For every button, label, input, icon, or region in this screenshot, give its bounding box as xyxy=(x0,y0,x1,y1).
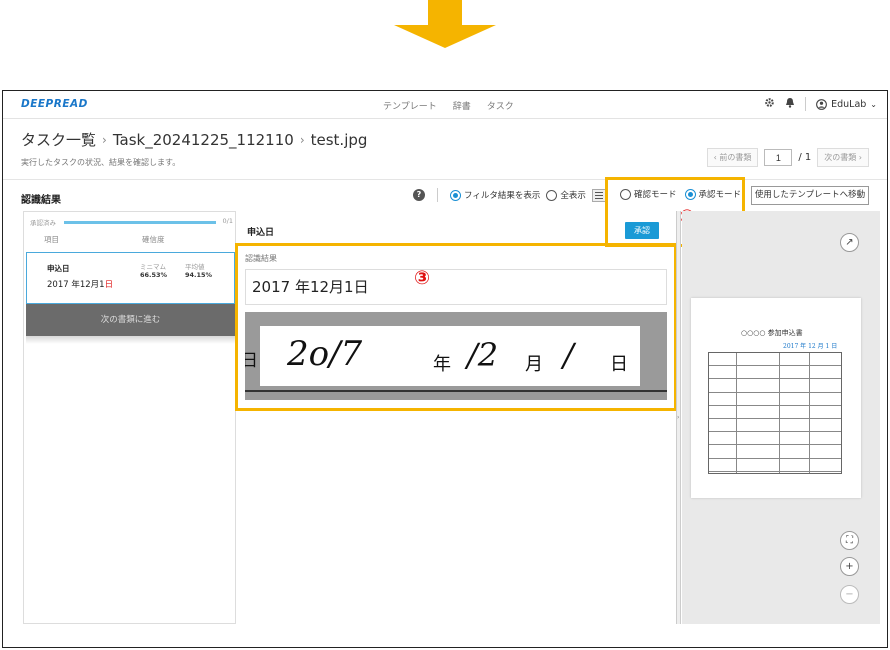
prev-document-button[interactable]: ‹ 前の書類 xyxy=(706,148,759,167)
header-separator xyxy=(3,179,887,180)
approval-progress: 承認済み 0/1 xyxy=(28,216,233,228)
filter-toolbar: ? フィルタ結果を表示 全表示 xyxy=(413,188,606,202)
document-pager: ‹ 前の書類 / 1 次の書類 › xyxy=(706,148,869,167)
chevron-right-icon: › xyxy=(102,132,107,147)
fit-screen-icon[interactable]: ⛶ xyxy=(840,531,859,550)
hand-month: /2 xyxy=(467,336,499,374)
page-header: タスク一覧 › Task_20241225_112110 › test.jpg … xyxy=(21,129,367,168)
breadcrumb-task[interactable]: Task_20241225_112110 xyxy=(113,131,294,149)
app-window: DEEPREAD テンプレート 辞書 タスク EduLab ⌄ タスク一覧 › … xyxy=(2,90,888,648)
hand-tsuki: 月 xyxy=(525,354,543,375)
crop-baseline xyxy=(245,390,667,392)
document-thumbnail[interactable]: ○○○○ 参加申込書 2017 年 12 月 1 日 xyxy=(691,298,861,498)
radio-selected-icon xyxy=(684,188,696,200)
down-arrow-icon xyxy=(390,0,500,50)
gear-icon[interactable] xyxy=(764,97,775,111)
hand-day: / xyxy=(563,336,574,374)
progress-bar xyxy=(64,221,216,224)
hand-nen: 年 xyxy=(433,354,451,375)
breadcrumb-task-list[interactable]: タスク一覧 xyxy=(21,129,96,150)
breadcrumb: タスク一覧 › Task_20241225_112110 › test.jpg xyxy=(21,129,367,150)
progress-label: 承認済み xyxy=(30,219,56,227)
zoom-out-icon[interactable]: − xyxy=(840,585,859,604)
item-value: 2017 年12月1日 xyxy=(47,280,114,290)
col-confidence-header: 確信度 xyxy=(142,235,165,244)
nav-dictionary[interactable]: 辞書 xyxy=(453,99,471,112)
screenshot-root: DEEPREAD テンプレート 辞書 タスク EduLab ⌄ タスク一覧 › … xyxy=(0,0,890,650)
open-external-icon[interactable]: ↗ xyxy=(840,233,859,252)
result-label: 認識結果 xyxy=(245,254,277,263)
header-actions: EduLab ⌄ xyxy=(764,97,877,111)
sliders-icon[interactable] xyxy=(591,188,606,202)
user-name: EduLab xyxy=(831,98,867,110)
min-confidence: ミニマム 66.53% xyxy=(140,263,168,280)
next-document-button[interactable]: 次の書類 › xyxy=(817,148,869,167)
app-header: DEEPREAD テンプレート 辞書 タスク EduLab ⌄ xyxy=(3,91,887,119)
document-title: ○○○○ 参加申込書 xyxy=(741,329,803,337)
field-list-panel: 承認済み 0/1 項目 確信度 申込日 2017 年12月1日 ミニマム 66.5… xyxy=(23,211,236,624)
app-logo[interactable]: DEEPREAD xyxy=(21,98,88,110)
radio-selected-icon xyxy=(450,189,461,201)
handwriting-crop-image: 日 2o/7 年 /2 月 / 日 xyxy=(245,312,667,400)
page-subtitle: 実行したタスクの状況、結果を確認します。 xyxy=(21,158,181,167)
filter-result-radio[interactable]: フィルタ結果を表示 xyxy=(450,189,540,201)
user-menu[interactable]: EduLab ⌄ xyxy=(816,99,877,110)
help-icon[interactable]: ? xyxy=(413,189,425,201)
hand-char-day-left: 日 xyxy=(245,346,258,371)
header-divider xyxy=(805,97,807,111)
list-item[interactable]: 申込日 2017 年12月1日 ミニマム 66.53% 平均値 94.15% xyxy=(26,252,235,304)
hand-year: 2o/7 xyxy=(287,334,363,374)
list-shade xyxy=(26,336,235,344)
page-total: / 1 xyxy=(798,152,812,163)
avg-confidence: 平均値 94.15% xyxy=(185,263,213,280)
toolbar-divider xyxy=(437,188,438,202)
document-form-grid xyxy=(708,352,842,474)
annotation-number-3: ③ xyxy=(414,267,431,289)
item-name: 申込日 xyxy=(47,264,70,273)
show-all-radio[interactable]: 全表示 xyxy=(546,189,586,201)
mode-selector: 確認モード 承認モード xyxy=(620,188,741,200)
chevron-down-icon: ⌄ xyxy=(870,99,877,109)
progress-count: 0/1 xyxy=(222,217,233,225)
chevron-right-icon: › xyxy=(299,132,305,147)
zoom-in-icon[interactable]: + xyxy=(840,557,859,576)
result-value-field[interactable]: 2017 年12月1日 xyxy=(245,269,667,305)
nav-task[interactable]: タスク xyxy=(487,99,514,112)
user-icon xyxy=(816,98,828,110)
bell-icon[interactable] xyxy=(785,97,795,111)
hand-hi: 日 xyxy=(610,354,628,375)
page-number-input[interactable] xyxy=(764,149,793,166)
main-nav: テンプレート 辞書 タスク xyxy=(383,99,514,112)
next-document-advance-button[interactable]: 次の書類に進む xyxy=(26,304,235,336)
field-title: 申込日 xyxy=(247,228,275,238)
document-date-stamp: 2017 年 12 月 1 日 xyxy=(783,343,838,350)
nav-template[interactable]: テンプレート xyxy=(383,99,437,112)
breadcrumb-file: test.jpg xyxy=(310,130,368,149)
progress-fill xyxy=(64,221,216,224)
go-to-template-button[interactable]: 使用したテンプレートへ移動 xyxy=(751,186,869,205)
radio-empty-icon xyxy=(546,189,558,201)
approve-mode-radio[interactable]: 承認モード xyxy=(684,188,741,200)
pane-resize-handle[interactable]: › xyxy=(676,211,681,624)
radio-empty-icon xyxy=(620,188,631,200)
section-title: 認識結果 xyxy=(21,195,61,206)
confirm-mode-radio[interactable]: 確認モード xyxy=(620,188,677,200)
chevron-right-icon: › xyxy=(677,414,680,421)
col-item-header: 項目 xyxy=(44,235,59,244)
